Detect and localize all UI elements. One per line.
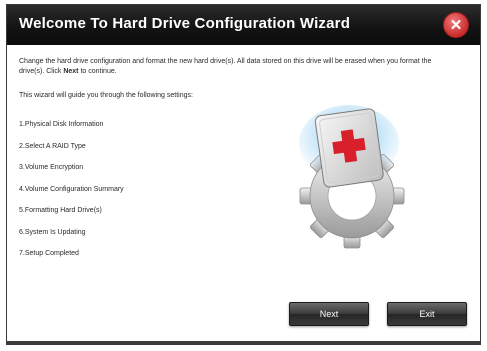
wizard-content: Change the hard drive configuration and … — [19, 57, 449, 101]
title-bar: Welcome To Hard Drive Configuration Wiza… — [7, 5, 480, 45]
hard-drive-gear-icon — [299, 105, 405, 249]
intro-text-part2: to continue. — [78, 68, 117, 75]
exit-button[interactable]: Exit — [387, 302, 467, 326]
bottom-border — [7, 341, 480, 344]
steps-list: 1.Physical Disk Information 2.Select A R… — [19, 120, 124, 271]
intro-text: Change the hard drive configuration and … — [19, 57, 449, 77]
step-item: 1.Physical Disk Information — [19, 121, 104, 128]
step-item: 6.System Is Updating — [19, 228, 86, 236]
guide-text: This wizard will guide you through the f… — [19, 92, 193, 99]
wizard-dialog: Welcome To Hard Drive Configuration Wiza… — [6, 4, 481, 345]
next-button[interactable]: Next — [289, 302, 369, 326]
step-item: 7.Setup Completed — [19, 250, 79, 257]
step-item: 3.Volume Encryption — [19, 164, 84, 171]
close-button[interactable]: ✕ — [443, 12, 469, 38]
dialog-title: Welcome To Hard Drive Configuration Wiza… — [19, 15, 351, 32]
step-item: 4.Volume Configuration Summary — [19, 185, 124, 193]
close-icon: ✕ — [449, 16, 463, 34]
step-item: 2.Select A RAID Type — [19, 142, 86, 150]
step-item: 5.Formatting Hard Drive(s) — [19, 207, 102, 214]
intro-next-emphasis: Next — [63, 68, 79, 75]
hard-drive-shape — [314, 108, 384, 188]
